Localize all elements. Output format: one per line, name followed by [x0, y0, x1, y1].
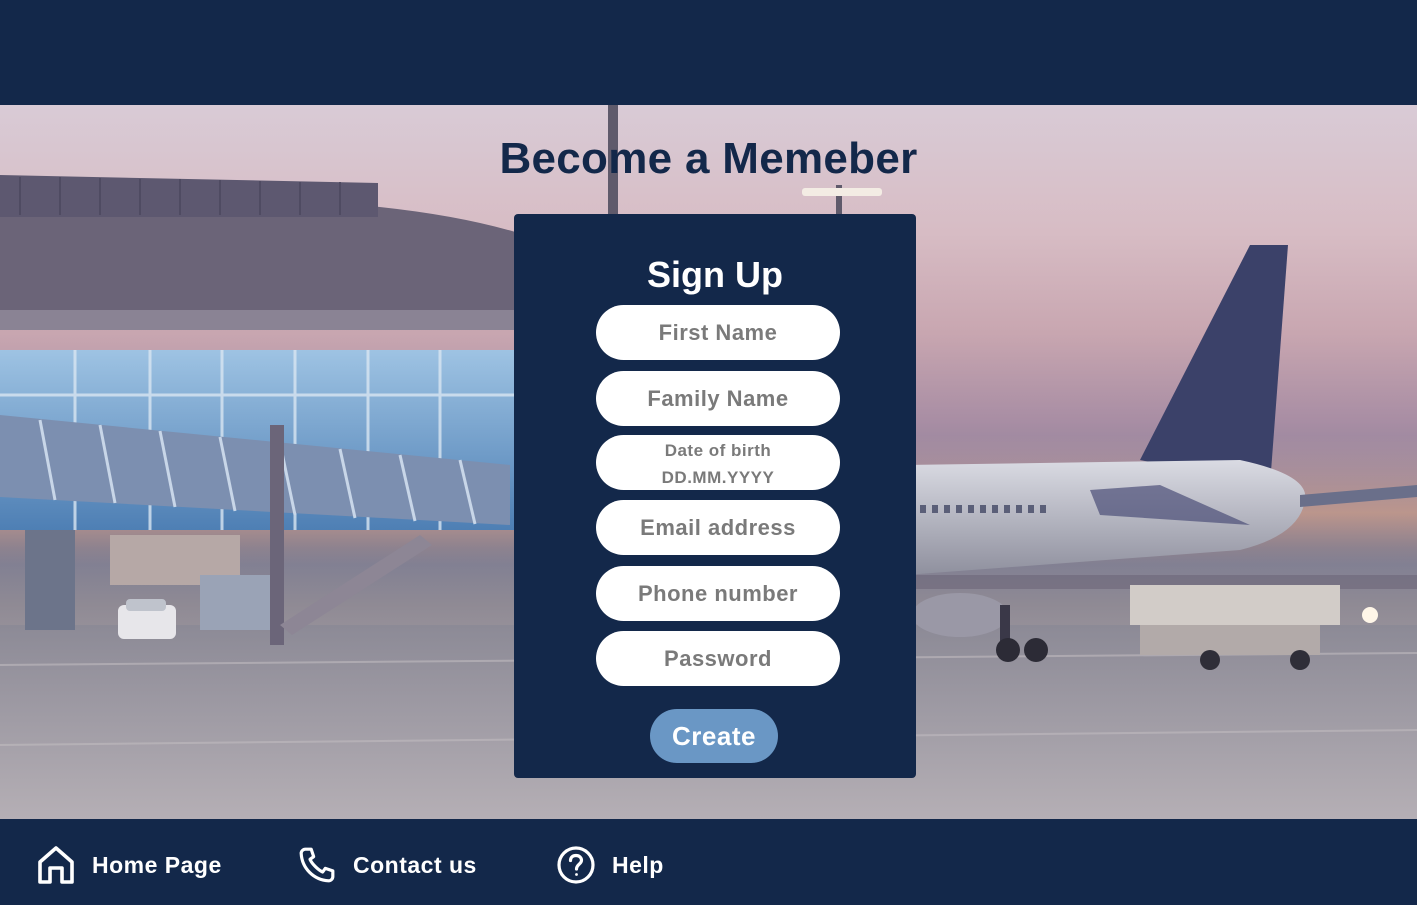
phone-icon	[295, 843, 339, 887]
footer-nav: Home Page Contact us Help	[0, 819, 1417, 905]
footer-item-contact[interactable]: Contact us	[295, 843, 477, 887]
phone-placeholder: Phone number	[637, 580, 798, 606]
footer-item-home-label: Home Page	[92, 851, 222, 878]
email-placeholder: Email address	[640, 514, 796, 540]
phone-field[interactable]: Phone number	[596, 566, 840, 621]
email-field[interactable]: Email address	[596, 500, 840, 555]
date-of-birth-field[interactable]: Date of birth DD.MM.YYYY	[596, 435, 840, 490]
footer-item-home[interactable]: Home Page	[34, 843, 222, 887]
password-placeholder: Password	[664, 645, 772, 671]
footer-item-help[interactable]: Help	[554, 843, 664, 887]
create-button[interactable]: Create	[650, 709, 778, 763]
first-name-field[interactable]: First Name	[596, 305, 840, 360]
top-header-bar	[0, 0, 1417, 105]
date-of-birth-label: Date of birth	[664, 440, 772, 460]
password-field[interactable]: Password	[596, 631, 840, 686]
page-title: Become a Memeber	[499, 134, 918, 183]
date-of-birth-format: DD.MM.YYYY	[661, 467, 775, 487]
footer-item-contact-label: Contact us	[353, 851, 477, 878]
first-name-placeholder: First Name	[658, 319, 778, 345]
family-name-placeholder: Family Name	[647, 385, 789, 411]
footer-item-help-label: Help	[612, 851, 664, 878]
home-icon	[34, 843, 78, 887]
help-icon	[554, 843, 598, 887]
family-name-field[interactable]: Family Name	[596, 371, 840, 426]
signup-heading: Sign Up	[647, 254, 783, 295]
signup-card: Sign Up First Name Family Name Date of b…	[514, 214, 916, 778]
